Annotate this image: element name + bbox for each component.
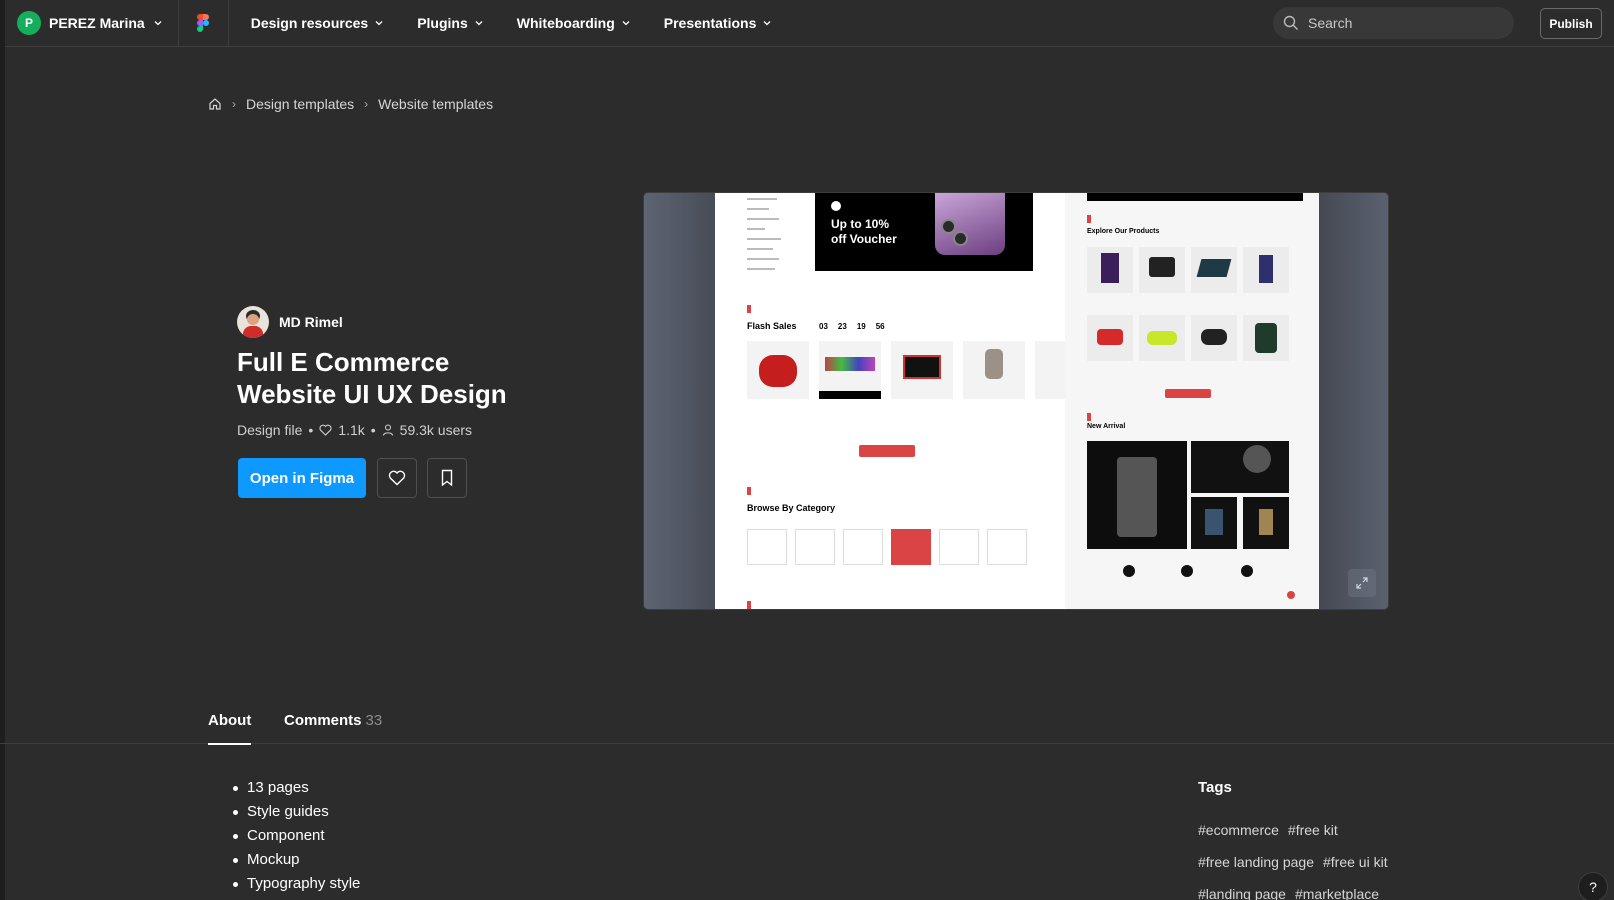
nav-label: Design resources: [250, 15, 369, 31]
tag-link[interactable]: #marketplace: [1295, 886, 1379, 900]
comments-count: 33: [365, 712, 383, 729]
file-preview[interactable]: Up to 10% off Voucher Flash Sales 03 23 …: [643, 192, 1389, 610]
phone-image: [935, 193, 1005, 255]
author-avatar: [237, 306, 269, 338]
tab-label: About: [208, 712, 252, 729]
new-arrival-title: New Arrival: [1087, 423, 1126, 430]
list-item: Typography style: [233, 872, 360, 896]
list-item-text: Mockup: [247, 851, 300, 868]
timer-days: 03: [819, 322, 828, 331]
publish-button[interactable]: Publish: [1540, 8, 1602, 39]
expand-icon[interactable]: [1348, 569, 1376, 597]
user-icon: [382, 424, 393, 436]
search-input[interactable]: [1308, 15, 1498, 31]
nav-label: Plugins: [417, 15, 468, 31]
main-menu: Design resources Plugins Whiteboarding P…: [251, 15, 773, 31]
list-item-text: 13 pages: [247, 779, 309, 796]
search-bar[interactable]: [1273, 7, 1514, 39]
timer-hours: 23: [837, 322, 847, 331]
heart-icon: [388, 470, 406, 486]
explore-products-title: Explore Our Products: [1087, 228, 1160, 235]
open-in-figma-button[interactable]: Open in Figma: [238, 458, 366, 498]
tab-about[interactable]: About: [208, 712, 252, 745]
home-icon[interactable]: [208, 97, 222, 111]
tag-link[interactable]: #ecommerce: [1198, 822, 1279, 838]
list-item-text: Style guides: [247, 803, 329, 820]
author-name: MD Rimel: [279, 314, 343, 330]
tab-comments[interactable]: Comments 33: [284, 712, 382, 743]
nav-design-resources[interactable]: Design resources: [251, 15, 385, 31]
dot-separator: •: [308, 422, 314, 438]
chevron-down-icon: [154, 21, 162, 26]
file-type: Design file: [237, 422, 303, 438]
account-switcher[interactable]: P PEREZ Marina: [5, 0, 179, 47]
list-item: Style guides: [233, 800, 360, 824]
browse-category-title: Browse By Category: [747, 503, 836, 513]
tab-bar: About Comments 33: [0, 700, 1614, 745]
tags-list: #ecommerce #free kit #free landing page …: [1198, 822, 1418, 900]
apple-logo-icon: [831, 201, 841, 211]
list-item: Component: [233, 824, 360, 848]
tab-label: Comments: [284, 712, 362, 729]
file-meta: Design file • 1.1k • 59.3k users: [237, 422, 472, 438]
account-name: PEREZ Marina: [49, 15, 145, 31]
bookmark-button[interactable]: [427, 458, 467, 498]
preview-page-products: Explore Our Products New Arrival: [1065, 193, 1319, 609]
heart-icon: [319, 424, 332, 436]
voucher-banner: Up to 10% off Voucher: [815, 193, 1033, 271]
tags-heading: Tags: [1198, 779, 1232, 796]
nav-whiteboarding[interactable]: Whiteboarding: [517, 15, 631, 31]
search-icon: [1283, 15, 1298, 30]
chevron-right-icon: ›: [364, 97, 369, 111]
nav-label: Whiteboarding: [516, 15, 615, 31]
tag-link[interactable]: #free landing page: [1198, 854, 1314, 870]
preview-page-home: Up to 10% off Voucher Flash Sales 03 23 …: [715, 193, 1067, 609]
page-title: Full E Commerce Website UI UX Design: [237, 347, 507, 409]
breadcrumb-design-templates[interactable]: Design templates: [246, 96, 354, 112]
tag-link[interactable]: #free ui kit: [1323, 854, 1388, 870]
list-item: Mockup: [233, 848, 360, 872]
account-avatar: P: [17, 11, 41, 35]
tag-link[interactable]: #free kit: [1288, 822, 1338, 838]
voucher-line-1: Up to 10%: [831, 217, 890, 231]
nav-plugins[interactable]: Plugins: [417, 15, 484, 31]
users-count: 59.3k users: [399, 422, 473, 438]
chevron-down-icon: [622, 21, 630, 26]
help-button[interactable]: ?: [1578, 872, 1608, 900]
voucher-line-2: off Voucher: [831, 232, 897, 246]
countdown-timer: 03 23 19 56: [819, 322, 885, 331]
nav-label: Presentations: [663, 15, 757, 31]
list-item-text: Typography style: [247, 875, 361, 892]
author[interactable]: MD Rimel: [237, 306, 343, 338]
nav-presentations[interactable]: Presentations: [664, 15, 773, 31]
breadcrumb: › Design templates › Website templates: [208, 96, 493, 112]
list-item-text: Component: [247, 827, 325, 844]
figma-logo-icon[interactable]: [179, 0, 229, 47]
flash-sales-title: Flash Sales: [747, 321, 797, 331]
bookmark-icon: [441, 469, 453, 487]
tag-link[interactable]: #landing page: [1198, 886, 1286, 900]
dot-separator: •: [370, 422, 376, 438]
chevron-down-icon: [763, 21, 771, 26]
chevron-down-icon: [375, 21, 383, 26]
like-button[interactable]: [377, 458, 417, 498]
chevron-right-icon: ›: [232, 97, 236, 111]
likes-count: 1.1k: [338, 422, 365, 438]
breadcrumb-website-templates[interactable]: Website templates: [378, 96, 493, 112]
window-edge: [0, 0, 5, 900]
list-item: 13 pages: [233, 776, 360, 800]
timer-seconds: 56: [875, 322, 885, 331]
chevron-down-icon: [475, 21, 483, 26]
about-list: 13 pages Style guides Component Mockup T…: [233, 776, 360, 896]
timer-minutes: 19: [856, 322, 866, 331]
